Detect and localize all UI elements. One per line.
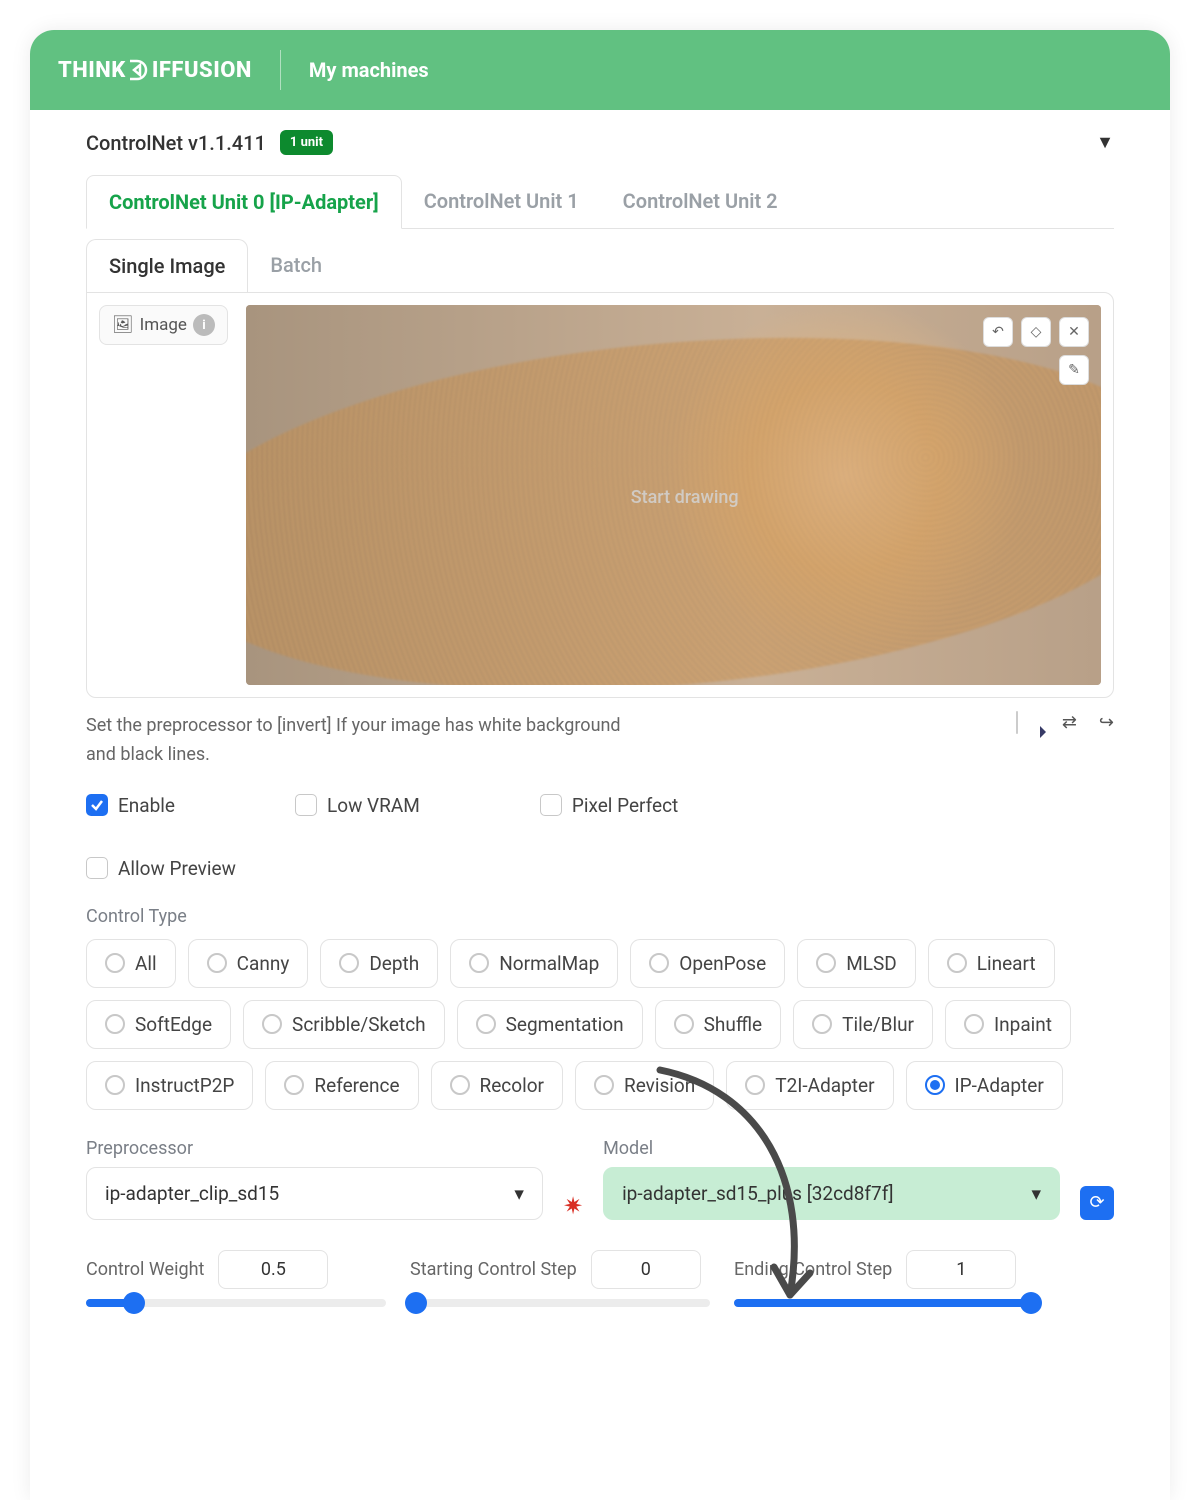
checkboxes: Enable Low VRAM Pixel Perfect Allow Prev… [86, 794, 1114, 880]
control-weight-label: Control Weight [86, 1259, 204, 1280]
tab-unit-1[interactable]: ControlNet Unit 1 [402, 175, 601, 228]
tabs: ControlNet Unit 0 [IP-Adapter] ControlNe… [86, 175, 1114, 229]
radio-mlsd[interactable]: MLSD [797, 939, 916, 988]
image-icon: 🖼 [112, 315, 134, 335]
image-tab-label: Image [140, 315, 187, 335]
radio-depth[interactable]: Depth [320, 939, 438, 988]
radio-revision[interactable]: Revision [575, 1061, 714, 1110]
ending-step-slider[interactable] [734, 1299, 1034, 1307]
radio-scribble[interactable]: Scribble/Sketch [243, 1000, 445, 1049]
erase-icon[interactable]: ◇ [1021, 317, 1051, 347]
image-panel: 🖼 Image i Start drawing ↶ ◇ ✕ [86, 292, 1114, 698]
tab-unit-0[interactable]: ControlNet Unit 0 [IP-Adapter] [86, 175, 402, 229]
collapse-icon[interactable]: ▼ [1096, 132, 1114, 153]
radio-canny[interactable]: Canny [188, 939, 309, 988]
image-tools: ↶ ◇ ✕ ✎ [983, 317, 1089, 385]
ending-step-col: Ending Control Step 1 [734, 1250, 1034, 1307]
check-low-vram[interactable]: Low VRAM [295, 794, 420, 817]
model-value: ip-adapter_sd15_plus [32cd8f7f] [622, 1182, 893, 1205]
ending-step-label: Ending Control Step [734, 1259, 892, 1280]
checkbox-icon [86, 794, 108, 816]
radio-ip-adapter[interactable]: IP-Adapter [906, 1061, 1063, 1110]
swap-icon[interactable]: ⇄ [1062, 712, 1077, 733]
check-allow-preview-label: Allow Preview [118, 857, 236, 880]
image-source-tab[interactable]: 🖼 Image i [99, 305, 228, 345]
hint-text: Set the preprocessor to [invert] If your… [86, 712, 646, 770]
radio-reference[interactable]: Reference [265, 1061, 418, 1110]
close-icon[interactable]: ✕ [1059, 317, 1089, 347]
send-up-icon[interactable]: ↪ [1099, 712, 1114, 733]
control-weight-slider[interactable] [86, 1299, 386, 1307]
dropdown-row: Preprocessor ip-adapter_clip_sd15 ▾ ✷ Mo… [86, 1138, 1114, 1220]
refresh-icon: ⟳ [1089, 1192, 1104, 1213]
check-allow-preview[interactable]: Allow Preview [86, 857, 1114, 880]
undo-icon[interactable]: ↶ [983, 317, 1013, 347]
starting-step-slider[interactable] [410, 1299, 710, 1307]
subtab-single-image[interactable]: Single Image [86, 239, 248, 293]
radio-softedge[interactable]: SoftEdge [86, 1000, 231, 1049]
control-weight-col: Control Weight 0.5 [86, 1250, 386, 1307]
radio-tileblur[interactable]: Tile/Blur [793, 1000, 933, 1049]
starting-step-input[interactable]: 0 [591, 1250, 701, 1289]
preprocessor-dropdown[interactable]: ip-adapter_clip_sd15 ▾ [86, 1167, 543, 1220]
radio-segmentation[interactable]: Segmentation [457, 1000, 643, 1049]
brand-d-icon [128, 59, 150, 81]
control-type-grid: All Canny Depth NormalMap OpenPose MLSD … [86, 939, 1114, 1110]
ending-step-input[interactable]: 1 [906, 1250, 1016, 1289]
preprocessor-col: Preprocessor ip-adapter_clip_sd15 ▾ [86, 1138, 543, 1220]
hint-row: Set the preprocessor to [invert] If your… [86, 712, 1114, 770]
check-enable[interactable]: Enable [86, 794, 175, 817]
control-weight-input[interactable]: 0.5 [218, 1250, 328, 1289]
section-header[interactable]: ControlNet v1.1.411 1 unit ▼ [86, 130, 1114, 155]
topbar-divider [280, 50, 281, 90]
radio-openpose[interactable]: OpenPose [630, 939, 785, 988]
control-type-label: Control Type [86, 906, 1114, 927]
nav-my-machines[interactable]: My machines [309, 58, 429, 82]
sliders-row: Control Weight 0.5 Starting Control Step… [86, 1250, 1114, 1307]
app-frame: THINK IFFUSION My machines ControlNet v1… [30, 30, 1170, 1500]
check-low-vram-label: Low VRAM [327, 794, 420, 817]
image-canvas[interactable]: Start drawing ↶ ◇ ✕ ✎ [246, 305, 1101, 685]
preprocessor-label: Preprocessor [86, 1138, 543, 1159]
check-pixel-perfect[interactable]: Pixel Perfect [540, 794, 678, 817]
refresh-button[interactable]: ⟳ [1080, 1186, 1114, 1220]
subtabs: Single Image Batch [86, 239, 1114, 292]
new-doc-icon[interactable] [1016, 712, 1018, 733]
brand-logo: THINK IFFUSION [58, 58, 252, 83]
radio-normalmap[interactable]: NormalMap [450, 939, 618, 988]
checkbox-icon [295, 794, 317, 816]
check-enable-label: Enable [118, 794, 175, 817]
explosion-icon[interactable]: ✷ [563, 1192, 583, 1220]
start-drawing-label: Start drawing [631, 487, 739, 508]
brand-text-1: THINK [58, 58, 126, 83]
radio-lineart[interactable]: Lineart [928, 939, 1055, 988]
radio-t2i-adapter[interactable]: T2I-Adapter [726, 1061, 893, 1110]
checkbox-icon [86, 857, 108, 879]
check-pixel-perfect-label: Pixel Perfect [572, 794, 678, 817]
radio-inpaint[interactable]: Inpaint [945, 1000, 1071, 1049]
model-label: Model [603, 1138, 1060, 1159]
unit-badge: 1 unit [280, 130, 333, 155]
radio-shuffle[interactable]: Shuffle [655, 1000, 782, 1049]
topbar: THINK IFFUSION My machines [30, 30, 1170, 110]
radio-recolor[interactable]: Recolor [431, 1061, 563, 1110]
section-title: ControlNet v1.1.411 [86, 131, 266, 155]
hint-tools: ⇄ ↪ [1016, 712, 1114, 733]
preprocessor-value: ip-adapter_clip_sd15 [105, 1182, 279, 1205]
pencil-icon[interactable]: ✎ [1059, 355, 1089, 385]
panel: ControlNet v1.1.411 1 unit ▼ ControlNet … [30, 110, 1170, 1307]
model-col: Model ip-adapter_sd15_plus [32cd8f7f] ▾ [603, 1138, 1060, 1220]
chevron-down-icon: ▾ [1031, 1182, 1041, 1205]
model-dropdown[interactable]: ip-adapter_sd15_plus [32cd8f7f] ▾ [603, 1167, 1060, 1220]
starting-step-col: Starting Control Step 0 [410, 1250, 710, 1307]
chevron-down-icon: ▾ [514, 1182, 524, 1205]
subtab-batch[interactable]: Batch [248, 239, 344, 292]
radio-all[interactable]: All [86, 939, 176, 988]
starting-step-label: Starting Control Step [410, 1259, 577, 1280]
radio-instructp2p[interactable]: InstructP2P [86, 1061, 253, 1110]
info-icon[interactable]: i [193, 314, 215, 336]
brand-text-2: IFFUSION [152, 58, 252, 83]
checkbox-icon [540, 794, 562, 816]
tab-unit-2[interactable]: ControlNet Unit 2 [601, 175, 800, 228]
